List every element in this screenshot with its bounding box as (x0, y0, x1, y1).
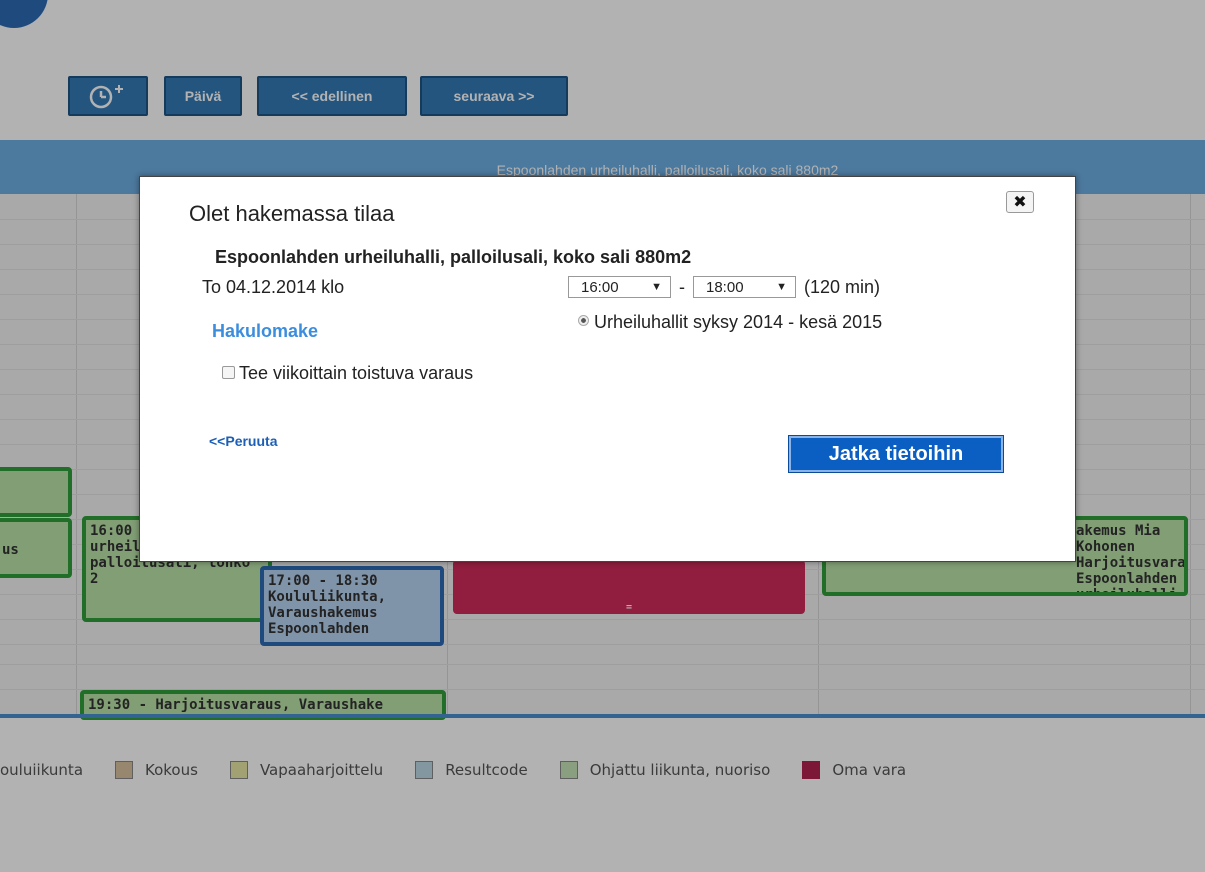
chevron-down-icon: ▼ (776, 281, 787, 293)
time-range: 16:00 ▼ - 18:00 ▼ (120 min) (568, 276, 880, 298)
end-time-value: 18:00 (706, 278, 744, 296)
cancel-link[interactable]: <<Peruuta (209, 433, 277, 449)
time-separator: - (679, 276, 685, 297)
close-button[interactable]: ✖ (1006, 191, 1034, 213)
booking-dialog: Olet hakemassa tilaa ✖ Espoonlahden urhe… (139, 176, 1076, 562)
date-label: To 04.12.2014 klo (202, 277, 345, 297)
start-time-select[interactable]: 16:00 ▼ (568, 276, 671, 298)
end-time-select[interactable]: 18:00 ▼ (693, 276, 796, 298)
application-form-link[interactable]: Hakulomake (212, 321, 318, 342)
hall-name: Espoonlahden urheiluhalli, palloilusali,… (215, 247, 692, 267)
dialog-title: Olet hakemassa tilaa (189, 201, 395, 226)
season-option[interactable]: Urheiluhallit syksy 2014 - kesä 2015 (570, 312, 970, 332)
season-radio[interactable] (578, 315, 589, 326)
repeat-label: Tee viikoittain toistuva varaus (239, 363, 474, 383)
repeat-option[interactable]: Tee viikoittain toistuva varaus (202, 363, 532, 383)
continue-button[interactable]: Jatka tietoihin (789, 436, 1003, 472)
start-time-value: 16:00 (581, 278, 619, 296)
season-label: Urheiluhallit syksy 2014 - kesä 2015 (594, 312, 883, 332)
repeat-checkbox[interactable] (222, 366, 235, 379)
chevron-down-icon: ▼ (651, 281, 662, 293)
duration-label: (120 min) (804, 276, 881, 297)
